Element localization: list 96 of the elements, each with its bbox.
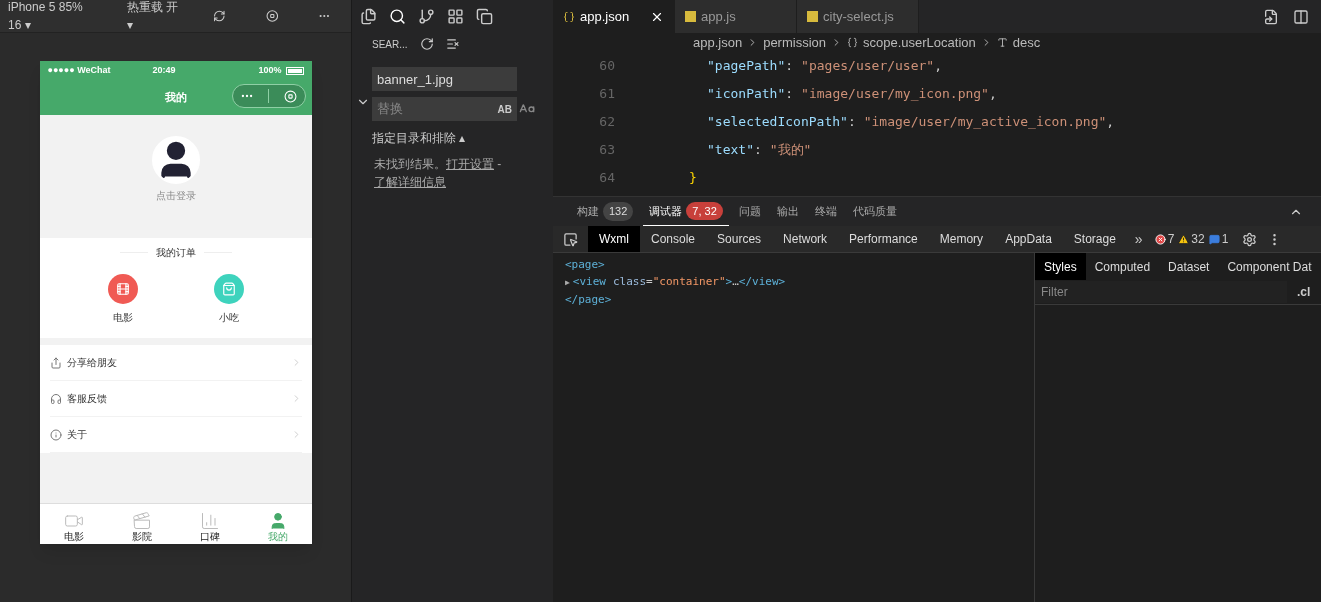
clear-results-icon[interactable] (445, 37, 460, 51)
avatar-icon[interactable] (151, 136, 200, 184)
info-icon (49, 428, 62, 441)
tab-bar-item[interactable]: 电影 (39, 504, 108, 544)
menu-row[interactable]: 关于 (49, 417, 302, 453)
order-category[interactable]: 电影 (107, 274, 138, 325)
breadcrumb-item[interactable]: scope.userLocation (863, 32, 976, 53)
line-number: 64 (598, 169, 616, 188)
line-number: 61 (598, 85, 616, 104)
battery-icon (285, 66, 304, 75)
code-line: "pagePath": "pages/user/user", (707, 57, 943, 76)
search-field[interactable]: banner_1.jpg (372, 67, 517, 91)
refresh-icon[interactable] (419, 37, 434, 51)
device-selector[interactable]: iPhone 5 85% 16 ▾ (0, 0, 107, 34)
panel-tab[interactable]: 终端 (808, 197, 843, 226)
text-field-icon (996, 37, 1008, 48)
open-file-icon[interactable] (1263, 9, 1279, 25)
status-time: 20:49 (152, 63, 176, 77)
code-line: "selectedIconPath": "image/user/my_active_icon.png", (707, 113, 1116, 132)
page-title: 我的 (164, 90, 187, 106)
clapperboard-icon (131, 511, 152, 531)
filter-field[interactable]: Filter (1035, 281, 1287, 303)
menu-label: 客服反馈 (66, 392, 107, 406)
code-line: "iconPath": "image/user/my_icon.png", (707, 85, 998, 104)
carrier-label: ●●●●● WeChat (47, 63, 111, 77)
tab-bar-item[interactable]: 口碑 (175, 504, 244, 544)
extensions-icon[interactable] (447, 8, 464, 25)
editor-tab[interactable]: app.json (553, 0, 675, 33)
message-icon (1208, 233, 1220, 245)
panel-tab[interactable]: 问题 (732, 197, 767, 226)
devtools-tab[interactable]: Performance (838, 226, 929, 252)
devtools-tab[interactable]: Sources (706, 226, 773, 252)
styles-tab[interactable]: Dataset (1159, 253, 1219, 280)
branch-icon[interactable] (418, 8, 435, 25)
styles-tab[interactable]: Component Dat (1218, 253, 1321, 280)
battery-level: 100% (258, 63, 282, 77)
capsule-menu[interactable] (231, 84, 306, 108)
error-icon (1154, 233, 1166, 245)
no-results-text: 未找到结果。 (374, 157, 446, 171)
styles-tab[interactable]: Styles (1035, 253, 1086, 280)
panel-title: SEAR... (372, 37, 408, 52)
refresh-icon[interactable] (213, 9, 226, 23)
separator-text: - (496, 157, 502, 171)
xml-node[interactable]: ▶ <view class="container">…</view> (565, 273, 786, 291)
panel-tab[interactable]: 输出 (770, 197, 805, 226)
stop-icon[interactable] (265, 9, 279, 23)
devtools-tab[interactable]: Console (640, 226, 707, 252)
json-file-icon (563, 10, 575, 23)
menu-row[interactable]: 客服反馈 (49, 381, 302, 417)
tab-bar-item[interactable]: 影院 (107, 504, 176, 544)
code-line: "text": "我的" (707, 141, 812, 160)
breadcrumb-item[interactable]: desc (1012, 32, 1041, 53)
menu-row[interactable]: 分享给朋友 (49, 345, 302, 381)
menu-label: 分享给朋友 (66, 356, 117, 370)
styles-tab[interactable]: Computed (1085, 253, 1160, 280)
devtools-tab[interactable]: Storage (1062, 226, 1127, 252)
order-category[interactable]: 小吃 (213, 274, 244, 325)
devtools-tab[interactable]: Wxml (588, 226, 640, 252)
class-toggle[interactable]: .cl (1297, 283, 1311, 301)
devtools-tab[interactable]: AppData (994, 226, 1063, 252)
editor-tab[interactable]: app.js (675, 0, 797, 33)
inspect-icon[interactable] (563, 231, 578, 247)
more-tabs-button[interactable]: » (1126, 228, 1151, 250)
xml-node[interactable]: <page> (565, 256, 605, 273)
devtools-tab[interactable]: Network (772, 226, 839, 252)
replace-field[interactable]: 替换 AB (372, 97, 517, 121)
braces-icon (847, 37, 858, 48)
editor-tab[interactable]: city-select.js (797, 0, 919, 33)
settings-icon[interactable] (1242, 231, 1258, 247)
hot-reload-toggle[interactable]: 热重载 开 ▾ (114, 0, 194, 34)
line-number: 63 (598, 141, 616, 160)
warning-icon (1178, 233, 1190, 245)
xml-node[interactable]: </page> (565, 291, 612, 308)
line-number: 60 (598, 57, 616, 76)
preserve-case-toggle[interactable]: AB (497, 101, 512, 117)
open-settings-link[interactable]: 打开设置 (446, 157, 494, 171)
panel-tab[interactable]: 构建 132 (571, 197, 640, 226)
learn-more-link[interactable]: 了解详细信息 (374, 175, 446, 189)
warning-count: 32 (1191, 231, 1205, 248)
headset-icon (49, 392, 62, 405)
include-exclude-toggle[interactable]: 指定目录和排除 ▴ (372, 129, 553, 147)
line-number: 62 (598, 113, 616, 132)
error-count: 7 (1167, 231, 1175, 248)
section-title: 我的订单 (155, 246, 196, 260)
menu-label: 关于 (66, 428, 87, 442)
bar-chart-icon (199, 511, 220, 531)
breadcrumb-item[interactable]: permission (763, 32, 826, 53)
devtools-tab[interactable]: Memory (928, 226, 995, 252)
info-count: 1 (1221, 231, 1229, 248)
search-icon[interactable] (389, 8, 406, 25)
explorer-icon[interactable] (360, 8, 377, 25)
code-line: } (689, 169, 697, 188)
breadcrumb-item[interactable]: app.json (693, 32, 743, 53)
share-icon (49, 356, 62, 369)
split-editor-icon[interactable] (1293, 9, 1309, 25)
panel-tab[interactable]: 代码质量 (846, 197, 903, 226)
